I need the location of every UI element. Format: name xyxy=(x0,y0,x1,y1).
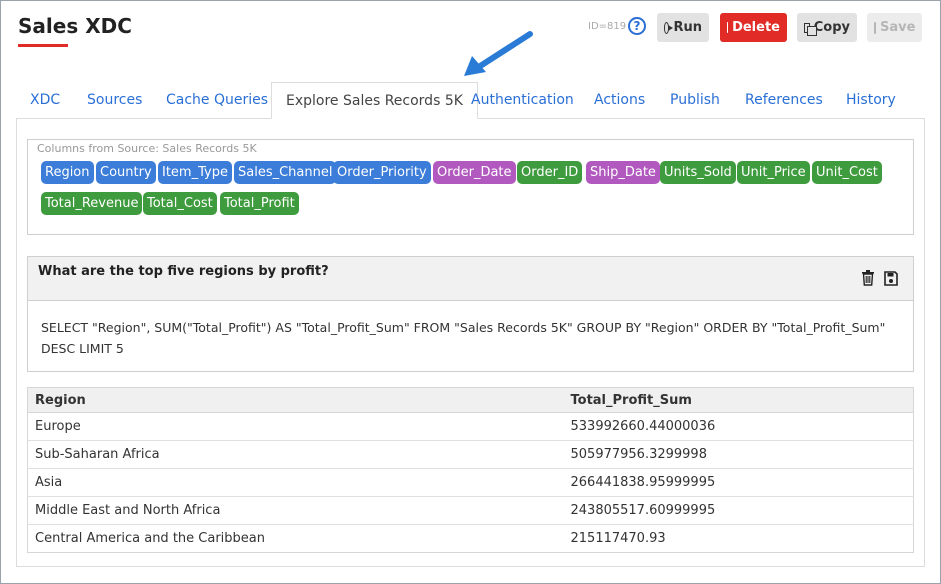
results-table: Region Total_Profit_Sum Europe 533992660… xyxy=(27,387,914,553)
tab-bar: XDC Sources Cache Queries Explore Sales … xyxy=(16,82,925,119)
cell-profit: 243805517.60999995 xyxy=(563,496,914,525)
cell-profit: 533992660.44000036 xyxy=(563,412,914,441)
save-icon xyxy=(874,21,876,34)
save-icon[interactable] xyxy=(884,270,898,286)
column-chip-order-date[interactable]: Order_Date xyxy=(433,161,516,184)
column-chip-order-id[interactable]: Order_ID xyxy=(517,161,583,184)
tab-cache-queries[interactable]: Cache Queries xyxy=(166,82,268,119)
delete-button[interactable]: Delete xyxy=(720,13,787,42)
help-icon[interactable]: ? xyxy=(628,17,646,35)
cell-region: Middle East and North Africa xyxy=(27,496,564,525)
column-chip-item-type[interactable]: Item_Type xyxy=(158,161,232,184)
column-chip-total-profit[interactable]: Total_Profit xyxy=(220,192,299,215)
query-title: What are the top five regions by profit? xyxy=(38,264,329,279)
save-button[interactable]: Save xyxy=(867,13,922,42)
table-row: Middle East and North Africa 243805517.6… xyxy=(27,496,914,525)
tab-history[interactable]: History xyxy=(846,82,896,119)
tab-authentication[interactable]: Authentication xyxy=(471,82,574,119)
column-chip-units-sold[interactable]: Units_Sold xyxy=(660,161,736,184)
column-chip-region[interactable]: Region xyxy=(41,161,94,184)
columns-caption: Columns from Source: Sales Records 5K xyxy=(37,142,257,155)
copy-icon xyxy=(804,22,817,36)
column-chip-sales-channel[interactable]: Sales_Channel xyxy=(234,161,337,184)
cell-profit: 266441838.95999995 xyxy=(563,468,914,497)
tab-xdc[interactable]: XDC xyxy=(30,82,60,119)
table-header-row: Region Total_Profit_Sum xyxy=(27,387,914,413)
column-header-total-profit-sum: Total_Profit_Sum xyxy=(563,387,914,413)
trash-icon[interactable] xyxy=(861,270,875,286)
copy-label: Copy xyxy=(813,20,850,35)
play-icon xyxy=(664,21,674,34)
run-button[interactable]: Run xyxy=(657,13,709,42)
cell-region: Asia xyxy=(27,468,564,497)
column-chip-unit-cost[interactable]: Unit_Cost xyxy=(812,161,882,184)
tab-sources[interactable]: Sources xyxy=(87,82,142,119)
column-chip-total-revenue[interactable]: Total_Revenue xyxy=(41,192,143,215)
id-label: ID=819 xyxy=(588,21,627,32)
table-row: Central America and the Caribbean 215117… xyxy=(27,524,914,553)
table-row: Asia 266441838.95999995 xyxy=(27,468,914,497)
tab-explore-sales-records[interactable]: Explore Sales Records 5K xyxy=(271,82,478,119)
tab-references[interactable]: References xyxy=(745,82,823,119)
save-label: Save xyxy=(880,20,916,35)
column-chip-order-priority[interactable]: Order_Priority xyxy=(333,161,431,184)
copy-button[interactable]: Copy xyxy=(797,13,857,42)
cell-profit: 215117470.93 xyxy=(563,524,914,553)
query-sql: SELECT "Region", SUM("Total_Profit") AS … xyxy=(41,320,886,356)
title-underline xyxy=(18,44,68,47)
cell-region: Central America and the Caribbean xyxy=(27,524,564,553)
column-chip-ship-date[interactable]: Ship_Date xyxy=(586,161,660,184)
table-row: Europe 533992660.44000036 xyxy=(27,412,914,441)
run-label: Run xyxy=(673,20,702,35)
cell-region: Sub-Saharan Africa xyxy=(27,440,564,469)
table-row: Sub-Saharan Africa 505977956.3299998 xyxy=(27,440,914,469)
pointer-arrow-icon xyxy=(464,31,533,76)
trash-icon xyxy=(727,22,729,33)
column-chip-unit-price[interactable]: Unit_Price xyxy=(737,161,810,184)
column-header-region: Region xyxy=(27,387,564,413)
column-chip-total-cost[interactable]: Total_Cost xyxy=(143,192,217,215)
tab-publish[interactable]: Publish xyxy=(670,82,720,119)
tab-actions[interactable]: Actions xyxy=(594,82,645,119)
delete-label: Delete xyxy=(732,20,780,35)
cell-region: Europe xyxy=(27,412,564,441)
page-title: Sales XDC xyxy=(18,14,132,38)
cell-profit: 505977956.3299998 xyxy=(563,440,914,469)
column-chip-country[interactable]: Country xyxy=(96,161,156,184)
